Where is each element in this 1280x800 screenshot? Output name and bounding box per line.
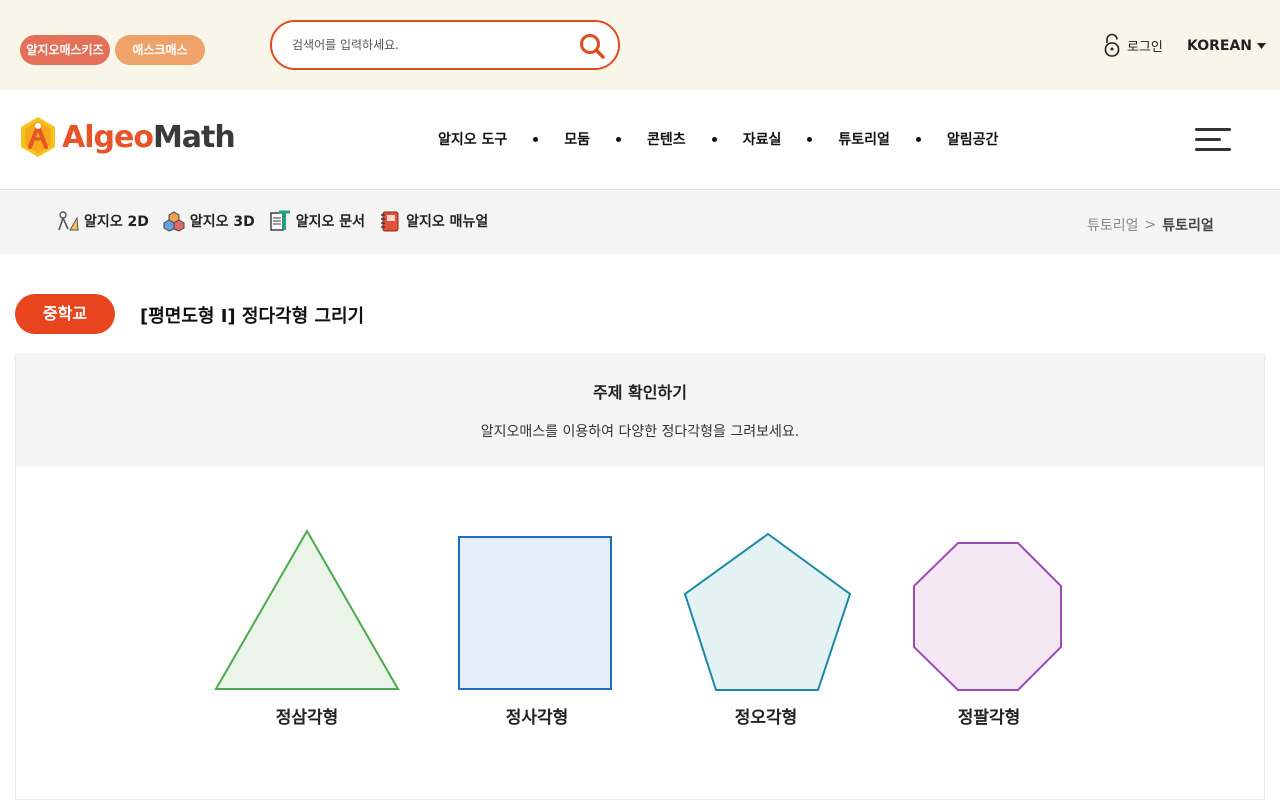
- algeomath-kids-button[interactable]: 알지오매스키즈: [20, 35, 110, 65]
- nav-separator: [807, 136, 813, 142]
- manual-book-icon: [381, 211, 399, 232]
- nav-item-contents[interactable]: 콘텐츠: [647, 129, 686, 149]
- nav-separator: [915, 136, 921, 142]
- language-label: KOREAN: [1187, 38, 1253, 54]
- tool-link-label: 알지오 3D: [189, 214, 255, 230]
- tool-link-2d[interactable]: 알지오 2D: [57, 210, 149, 232]
- tool-link-label: 알지오 문서: [295, 214, 366, 230]
- shape-label-triangle: 정삼각형: [275, 708, 339, 728]
- level-badge: 중학교: [15, 294, 115, 334]
- tool-links: 알지오 2D 알지오 3D 알지오 문서 알지오 매뉴얼: [57, 210, 488, 232]
- login-label: 로그인: [1127, 39, 1163, 55]
- main-nav: 알지오 도구 모둠 콘텐츠 자료실 튜토리얼 알림공간: [438, 128, 998, 150]
- page-title: [평면도형 I] 정다각형 그리기: [140, 306, 365, 327]
- compass-icon: [58, 211, 79, 231]
- search-icon[interactable]: [578, 32, 606, 60]
- breadcrumb: 튜토리얼 > 튜토리얼: [1087, 215, 1214, 235]
- shape-label-square: 정사각형: [505, 708, 569, 728]
- sub-nav-bar: 알지오 2D 알지오 3D 알지오 문서 알지오 매뉴얼 튜토리얼 > 튜토리얼: [0, 191, 1280, 254]
- language-select[interactable]: KOREAN: [1187, 35, 1267, 57]
- lock-icon: [1104, 33, 1120, 57]
- nav-separator: [711, 136, 717, 142]
- nav-item-group[interactable]: 모둠: [564, 129, 590, 149]
- nav-item-tools[interactable]: 알지오 도구: [438, 129, 507, 149]
- tool-link-label: 알지오 매뉴얼: [406, 214, 489, 230]
- tool-link-3d[interactable]: 알지오 3D: [163, 210, 255, 232]
- nav-separator: [616, 136, 622, 142]
- askmath-button[interactable]: 애스크매스: [115, 35, 205, 65]
- algeomath-logo-icon: [21, 117, 55, 157]
- nav-item-library[interactable]: 자료실: [743, 129, 782, 149]
- tool-link-manual[interactable]: 알지오 매뉴얼: [379, 210, 488, 232]
- regular-octagon: [913, 542, 1062, 691]
- regular-pentagon: [683, 532, 852, 691]
- polygon-illustrations: [214, 528, 1062, 691]
- caret-down-icon: [1257, 43, 1267, 49]
- tool-link-label: 알지오 2D: [84, 214, 149, 230]
- shape-label-octagon: 정팔각형: [957, 708, 1021, 728]
- shape-label-pentagon: 정오각형: [734, 708, 798, 728]
- content-panel: 주제 확인하기 알지오매스를 이용하여 다양한 정다각형을 그려보세요. 정삼각…: [15, 354, 1265, 800]
- equilateral-triangle: [214, 528, 400, 690]
- logo-algeo-text: Algeo: [62, 119, 154, 155]
- search-input[interactable]: [292, 34, 572, 56]
- login-link[interactable]: 로그인: [1103, 33, 1163, 57]
- nav-item-notice[interactable]: 알림공간: [947, 129, 999, 149]
- logo-math-text: Math: [152, 119, 236, 155]
- algeomath-logo[interactable]: AlgeoMath: [18, 115, 236, 159]
- document-icon: [270, 210, 290, 231]
- nav-separator: [533, 136, 539, 142]
- main-header: AlgeoMath 알지오 도구 모둠 콘텐츠 자료실 튜토리얼 알림공간: [0, 90, 1280, 190]
- tool-link-document[interactable]: 알지오 문서: [269, 210, 365, 232]
- cubes-icon: [163, 211, 185, 232]
- square: [458, 536, 612, 690]
- breadcrumb-current[interactable]: 튜토리얼: [1162, 215, 1214, 235]
- breadcrumb-parent[interactable]: 튜토리얼: [1087, 215, 1139, 235]
- top-utility-bar: 알지오매스키즈 애스크매스 로그인 KOREAN: [0, 0, 1280, 90]
- breadcrumb-separator: >: [1144, 217, 1157, 233]
- nav-item-tutorial[interactable]: 튜토리얼: [838, 129, 890, 149]
- menu-icon[interactable]: [1195, 128, 1231, 152]
- search-box: [270, 20, 620, 70]
- logo-wordmark: AlgeoMath: [62, 119, 236, 155]
